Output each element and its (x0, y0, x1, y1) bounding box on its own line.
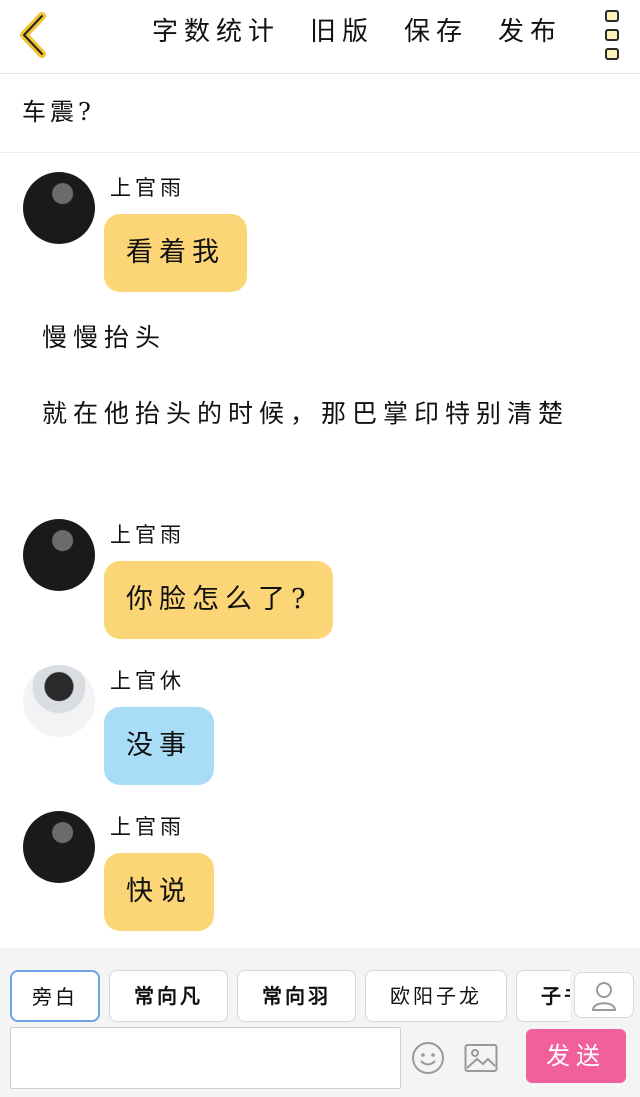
divider (0, 152, 640, 153)
add-role-button[interactable] (574, 972, 634, 1018)
message-input[interactable] (10, 1027, 401, 1089)
avatar[interactable] (23, 172, 95, 244)
role-chip[interactable]: 常向凡 (109, 970, 228, 1022)
role-chip[interactable]: 欧阳子龙 (365, 970, 507, 1022)
emoji-icon (412, 1042, 444, 1074)
message-bubble[interactable]: 你脸怎么了? (104, 561, 334, 639)
role-chip[interactable]: 常向羽 (237, 970, 356, 1022)
sender-name: 上官休 (110, 669, 185, 693)
role-chip-narrator[interactable]: 旁白 (10, 970, 100, 1022)
message-bubble[interactable]: 快说 (104, 853, 214, 931)
image-icon (464, 1044, 498, 1072)
old-version-button[interactable]: 旧版 (310, 14, 374, 50)
save-button[interactable]: 保存 (404, 14, 468, 50)
top-bar: 字数统计 旧版 保存 发布 (0, 0, 640, 74)
send-button[interactable]: 发送 (526, 1029, 626, 1083)
composer-panel: 旁白常向凡常向羽欧阳子龙子书 发送 (0, 948, 640, 1097)
avatar[interactable] (23, 811, 95, 883)
message-bubble[interactable]: 没事 (104, 707, 214, 785)
header-actions: 字数统计 旧版 保存 发布 (152, 14, 562, 50)
sender-name: 上官雨 (110, 176, 185, 200)
role-chip[interactable]: 子书 (516, 970, 570, 1022)
back-button[interactable] (12, 10, 56, 60)
emoji-button[interactable] (411, 1041, 445, 1075)
back-chevron-icon (20, 12, 46, 58)
sender-name: 上官雨 (110, 523, 185, 547)
narration-text[interactable]: 慢慢抬头 (42, 312, 612, 364)
avatar[interactable] (23, 665, 95, 737)
person-icon (591, 982, 617, 1011)
narration-text[interactable]: 就在他抬头的时候，那巴掌印特别清楚 (42, 388, 612, 440)
chapter-title[interactable]: 车震? (22, 92, 95, 127)
role-chip-bar: 旁白常向凡常向羽欧阳子龙子书 (10, 970, 570, 1022)
menu-icon[interactable] (600, 10, 624, 60)
sender-name: 上官雨 (110, 815, 185, 839)
publish-button[interactable]: 发布 (498, 14, 562, 50)
word-count-button[interactable]: 字数统计 (152, 14, 280, 50)
image-button[interactable] (464, 1043, 498, 1073)
message-bubble[interactable]: 看着我 (104, 214, 247, 292)
avatar[interactable] (23, 519, 95, 591)
